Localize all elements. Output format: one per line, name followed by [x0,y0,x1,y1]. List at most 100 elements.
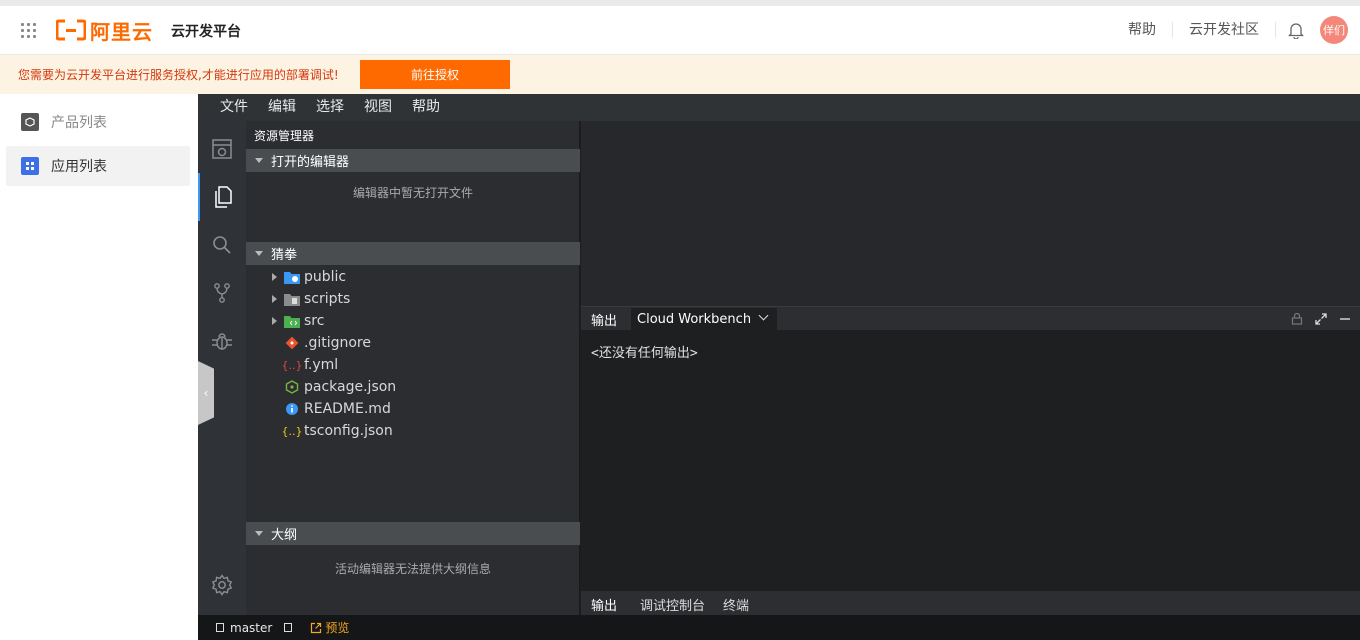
status-bar: master 预览 [198,615,1360,640]
braces-icon: {..} [281,424,303,438]
cloud-console-icon[interactable] [198,125,246,173]
tree-file-tsconfig[interactable]: {..} tsconfig.json [246,420,580,442]
preview-label: 预览 [325,621,350,635]
community-link[interactable]: 云开发社区 [1173,22,1276,38]
preview-button[interactable]: 预览 [310,619,349,636]
node-icon [284,379,300,395]
section-label: 大纲 [271,528,298,543]
app-grid-icon[interactable] [20,22,36,38]
panel-actions [1282,311,1354,327]
branch-name: master [230,620,273,635]
menu-help[interactable]: 帮助 [404,94,448,121]
panel-tab-output[interactable]: 输出 [591,307,617,331]
source-control-icon[interactable] [198,269,246,317]
settings-icon[interactable] [198,561,246,609]
tree-folder-scripts[interactable]: scripts [246,288,580,310]
nav-item-products[interactable]: 产品列表 [6,102,190,142]
chevron-down-icon [255,531,263,536]
chevron-down-icon [255,251,263,256]
authorization-notice: 您需要为云开发平台进行服务授权,才能进行应用的部署调试! 前往授权 [0,55,1360,94]
lock-icon[interactable] [1288,311,1306,327]
help-link[interactable]: 帮助 [1112,22,1173,38]
file-name: public [304,269,347,285]
cube-icon [21,113,39,131]
tree-file-readme[interactable]: README.md [246,398,580,420]
menu-file[interactable]: 文件 [212,94,256,121]
menu-edit[interactable]: 编辑 [260,94,304,121]
section-label: 打开的编辑器 [271,155,350,170]
tab-output[interactable]: 输出 [591,595,618,617]
tree-file-package-json[interactable]: package.json [246,376,580,398]
chevron-down-icon [255,158,263,163]
sync-icon [284,623,293,632]
files-icon[interactable] [198,173,246,221]
file-name: .gitignore [304,335,371,351]
file-name: f.yml [304,357,339,373]
search-icon[interactable] [198,221,246,269]
chevron-right-icon [272,273,277,281]
bell-icon[interactable] [1276,21,1316,39]
minimize-icon[interactable] [1336,311,1354,327]
folder-icon [284,313,300,329]
authorize-button[interactable]: 前往授权 [360,60,510,89]
chevron-left-icon: ‹ [203,386,209,400]
nav-item-apps[interactable]: 应用列表 [6,146,190,186]
tree-folder-public[interactable]: public [246,266,580,288]
braces-icon: {..} [281,358,303,372]
folder-icon [284,291,300,307]
ide-menubar: 文件 编辑 选择 视图 帮助 [198,94,1360,121]
explorer-title: 资源管理器 [254,129,315,143]
debug-icon[interactable] [198,317,246,365]
outline-empty: 活动编辑器无法提供大纲信息 [334,562,491,576]
menu-view[interactable]: 视图 [356,94,400,121]
top-header: 阿里云 云开发平台 帮助 云开发社区 佯们 [0,0,1360,55]
file-name: README.md [304,401,391,417]
aliyun-logo[interactable]: 阿里云 [56,17,153,44]
nav-item-label: 产品列表 [51,115,107,131]
aliyun-logo-mark-icon [56,19,86,41]
tab-terminal[interactable]: 终端 [723,595,749,616]
nav-item-label: 应用列表 [51,159,107,175]
maximize-icon[interactable] [1312,311,1330,327]
collapse-sidebar-handle[interactable]: ‹ [198,361,214,425]
outline-header[interactable]: 大纲 [246,522,580,545]
output-channel-value: Cloud Workbench [637,311,752,327]
output-text: <还没有任何输出> [591,346,698,361]
info-icon [284,401,300,417]
branch-status[interactable]: master [216,621,272,635]
output-channel-select[interactable]: Cloud Workbench [631,308,777,330]
notice-message: 您需要为云开发平台进行服务授权,才能进行应用的部署调试! [18,68,339,82]
header-actions: 帮助 云开发社区 佯们 [1112,15,1348,45]
tree-file-f-yml[interactable]: {..} f.yml [246,354,580,376]
output-panel: 输出 Cloud Workbench <还没有任何输出> [581,306,1360,591]
tree-file-gitignore[interactable]: .gitignore [246,332,580,354]
file-name: scripts [304,291,351,307]
editor-area[interactable] [581,121,1360,306]
activity-bar: ‹ [198,121,246,615]
platform-title: 云开发平台 [171,24,241,40]
branch-icon [216,623,224,632]
apps-grid-icon [21,157,39,175]
folder-icon [284,269,300,285]
git-icon [284,335,300,351]
menu-selection[interactable]: 选择 [308,94,352,121]
open-editors-empty: 编辑器中暂无打开文件 [352,186,473,200]
chevron-right-icon [272,295,277,303]
bottom-panel-tabs: 输出 调试控制台 终端 [581,591,1360,617]
cloud-ide: 文件 编辑 选择 视图 帮助 ‹ 资源管理器 打开的编辑器 编辑器中暂无打开文件… [198,94,1360,640]
open-editors-header[interactable]: 打开的编辑器 [246,149,580,172]
panel-header: 输出 Cloud Workbench [581,306,1360,330]
file-name: tsconfig.json [304,423,393,439]
file-name: src [304,313,325,329]
logo-text: 阿里云 [90,19,153,44]
chevron-right-icon [272,317,277,325]
sync-status[interactable] [284,623,298,632]
tree-folder-src[interactable]: src [246,310,580,332]
external-link-icon [311,622,322,633]
avatar[interactable]: 佯们 [1320,16,1348,44]
section-label: 猜拳 [271,248,298,263]
project-header[interactable]: 猜拳 [246,242,580,265]
explorer-sidebar: 资源管理器 打开的编辑器 编辑器中暂无打开文件 猜拳 public script… [246,121,580,615]
chevron-down-icon [758,310,769,321]
tab-debug-console[interactable]: 调试控制台 [640,595,705,616]
